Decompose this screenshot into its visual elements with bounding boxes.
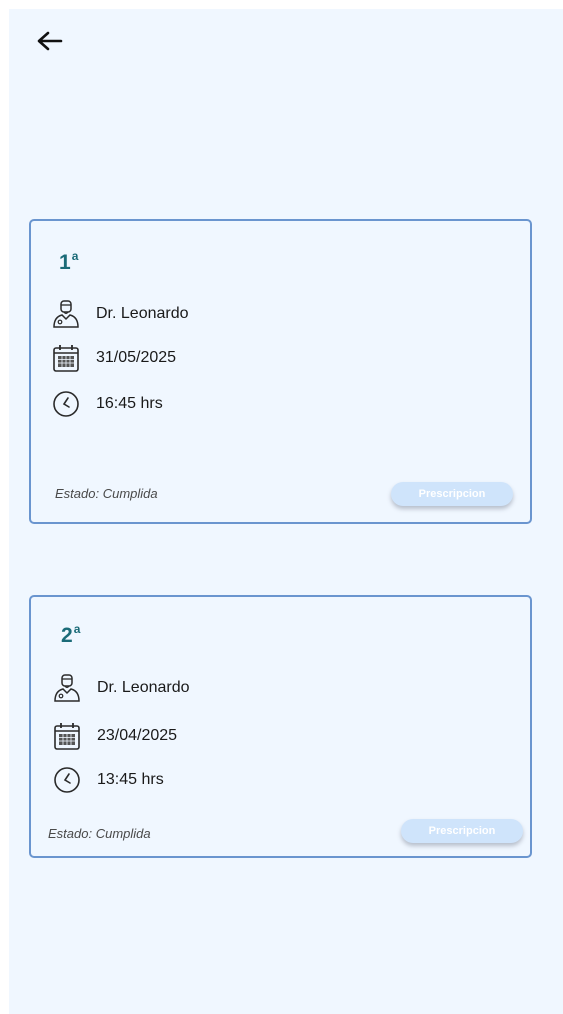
appointment-card: 2a Dr. Leonardo 23/04/2025 13:45 hrs Est… [29,595,532,858]
doctor-row: Dr. Leonardo [52,673,190,703]
appointment-number: 1a [59,249,79,274]
doctor-row: Dr. Leonardo [51,299,189,329]
doctor-icon [52,673,82,703]
appointment-date: 23/04/2025 [97,727,178,744]
clock-icon [51,389,81,419]
appointment-card: 1a Dr. Leonardo 31/05/2025 16:45 hrs Est… [29,219,532,524]
appointment-date: 31/05/2025 [96,349,177,366]
prescription-button[interactable]: Prescripcion [391,482,513,506]
appointment-time: 13:45 hrs [97,771,164,788]
doctor-name: Dr. Leonardo [96,305,189,322]
back-button[interactable] [33,25,65,57]
status-label: Estado: Cumplida [48,826,151,841]
arrow-left-icon [37,31,63,51]
clock-icon [52,765,82,795]
calendar-icon [52,721,82,751]
status-label: Estado: Cumplida [55,486,158,501]
date-row: 31/05/2025 [51,343,176,373]
doctor-icon [51,299,81,329]
time-row: 13:45 hrs [52,765,164,795]
appointment-number: 2a [61,622,81,647]
app-screen: 1a Dr. Leonardo 31/05/2025 16:45 hrs Est… [9,9,563,1014]
prescription-button[interactable]: Prescripcion [401,819,523,843]
appointment-time: 16:45 hrs [96,395,163,412]
date-row: 23/04/2025 [52,721,177,751]
doctor-name: Dr. Leonardo [97,679,190,696]
time-row: 16:45 hrs [51,389,163,419]
calendar-icon [51,343,81,373]
